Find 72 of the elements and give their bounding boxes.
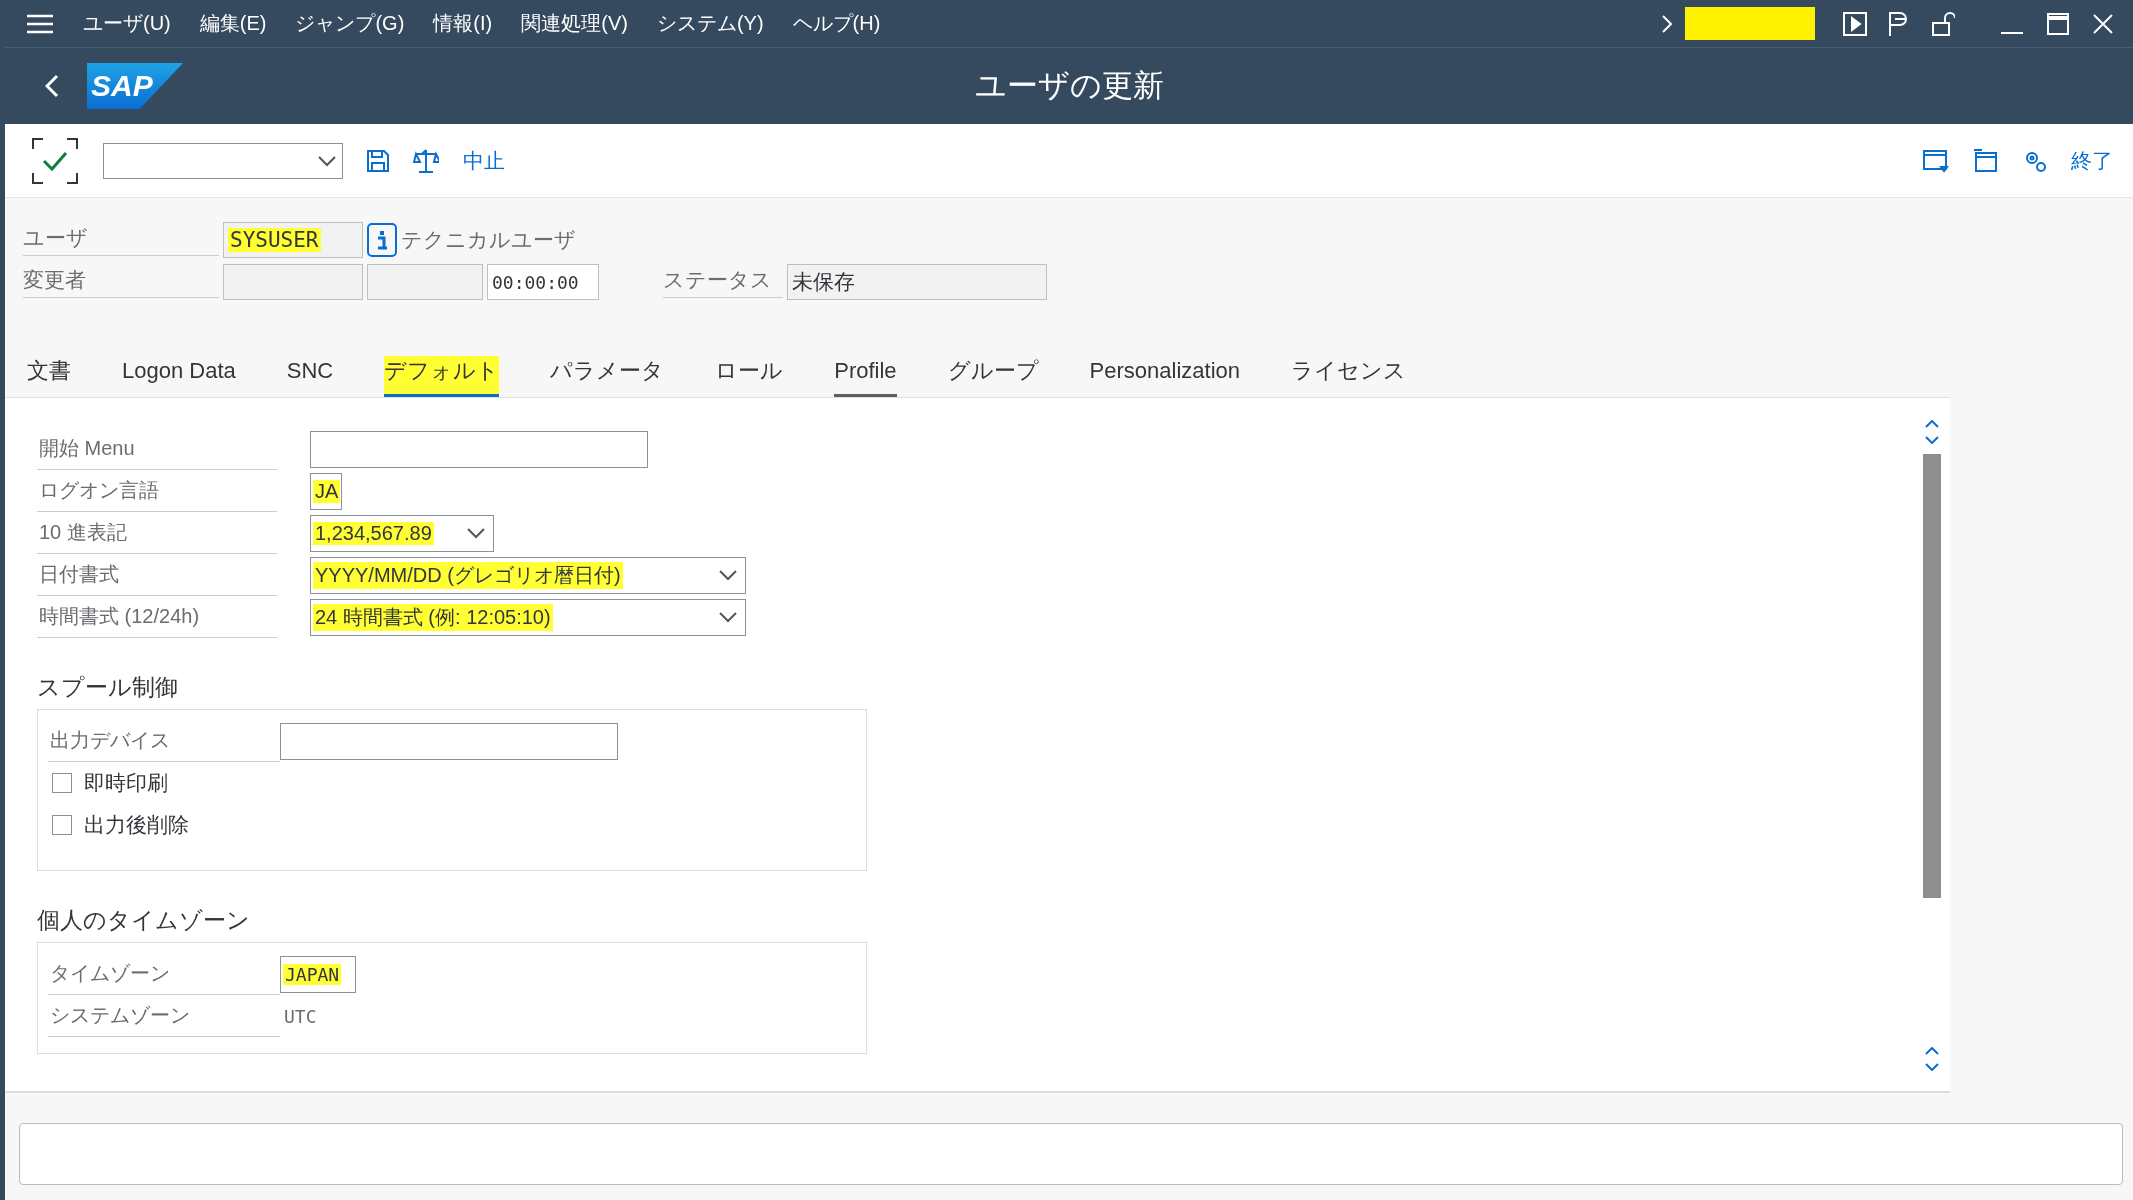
info-icon[interactable] <box>367 223 397 257</box>
checkbox-label: 即時印刷 <box>84 770 168 796</box>
scroll-down-icon[interactable] <box>1925 1063 1939 1071</box>
maximize-icon[interactable] <box>2047 12 2069 35</box>
field-label: 時間書式 (12/24h) <box>37 596 277 638</box>
menu-item[interactable]: ジャンプ(G) <box>295 10 405 37</box>
menu-item[interactable]: 関連処理(V) <box>521 10 628 37</box>
scroll-down-icon[interactable] <box>1925 436 1939 444</box>
checkbox[interactable] <box>52 815 72 835</box>
play-icon[interactable] <box>1843 11 1867 36</box>
tab[interactable]: デフォルト <box>384 356 500 397</box>
cancel-button[interactable]: 中止 <box>463 146 505 175</box>
field-value: UTC <box>284 1005 317 1027</box>
field-label: ステータス <box>663 266 783 298</box>
field-label: 変更者 <box>23 266 219 298</box>
menu-item[interactable]: 情報(I) <box>433 10 493 37</box>
scroll-up-icon[interactable] <box>1925 1047 1939 1055</box>
scroll-up-icon[interactable] <box>1925 420 1939 428</box>
menu-item[interactable]: ユーザ(U) <box>83 10 171 37</box>
field-label: ログオン言語 <box>37 470 277 512</box>
menu-icon[interactable] <box>27 12 53 35</box>
section-title: スプール制御 <box>37 673 179 702</box>
tab[interactable]: SNC <box>286 356 334 397</box>
chevron-down-icon <box>719 569 737 581</box>
input-field[interactable]: JAPAN <box>280 955 356 993</box>
input-field[interactable]: JA <box>310 472 342 510</box>
save-icon[interactable] <box>367 149 389 172</box>
field-value: YYYY/MM/DD (グレゴリオ暦日付) <box>313 561 623 589</box>
balance-scale-icon[interactable] <box>413 147 439 174</box>
dropdown-field[interactable]: 24 時間書式 (例: 12:05:10) <box>310 598 746 636</box>
user-type-text: テクニカルユーザ <box>401 227 576 253</box>
tab[interactable]: Personalization <box>1089 356 1240 397</box>
field-label: システムゾーン <box>48 995 280 1037</box>
user-field[interactable]: SYSUSER <box>223 222 363 258</box>
unlock-icon[interactable] <box>1931 10 1955 37</box>
chevron-down-icon <box>318 154 336 167</box>
field-label: ユーザ <box>23 224 219 256</box>
back-icon[interactable] <box>45 74 59 98</box>
time-field: 00:00:00 <box>487 264 599 300</box>
dropdown-field[interactable]: YYYY/MM/DD (グレゴリオ暦日付) <box>310 556 746 594</box>
tab[interactable]: ライセンス <box>1291 356 1406 397</box>
field-value: 24 時間書式 (例: 12:05:10) <box>313 603 553 631</box>
close-icon[interactable] <box>2093 13 2113 34</box>
field-label: 日付書式 <box>37 554 277 596</box>
field-label: 開始 Menu <box>37 428 277 470</box>
check-icon[interactable] <box>31 136 79 185</box>
chevron-down-icon <box>719 611 737 623</box>
chevron-down-icon <box>467 527 485 539</box>
command-field[interactable] <box>103 142 343 179</box>
sap-logo: SAP <box>87 63 183 109</box>
dropdown-field[interactable]: 1,234,567.89 <box>310 514 494 552</box>
status-field: 未保存 <box>787 264 1047 300</box>
menu-item[interactable]: システム(Y) <box>656 10 764 37</box>
input-field[interactable] <box>310 430 648 468</box>
tab[interactable]: ロール <box>715 356 784 397</box>
checkbox[interactable] <box>52 773 72 793</box>
tab[interactable]: Logon Data <box>122 356 236 397</box>
tab[interactable]: 文書 <box>27 356 71 397</box>
chevron-right-icon[interactable] <box>1661 13 1673 34</box>
section-title: 個人のタイムゾーン <box>37 906 251 935</box>
tab[interactable]: グループ <box>947 356 1039 397</box>
scrollbar-thumb[interactable] <box>1923 454 1941 898</box>
field-value: 1,234,567.89 <box>313 521 434 545</box>
field-label: 10 進表記 <box>37 512 277 554</box>
checkbox-label: 出力後削除 <box>84 812 189 838</box>
input-field[interactable] <box>280 722 618 760</box>
tab[interactable]: パラメータ <box>550 356 665 397</box>
menu-item[interactable]: ヘルプ(H) <box>792 10 881 37</box>
field-value: JA <box>313 479 341 503</box>
window-title: ユーザの更新 <box>974 68 1164 103</box>
exit-button[interactable]: 終了 <box>2071 146 2113 175</box>
menu-item[interactable]: 編集(E) <box>199 10 267 37</box>
